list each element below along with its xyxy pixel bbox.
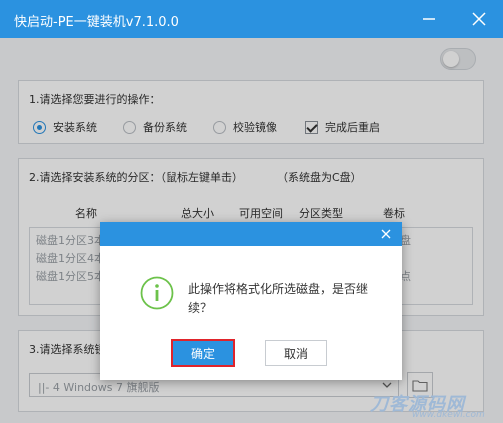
info-circle-icon [140,276,174,310]
app-title: 快启动-PE一键装机v7.1.0.0 [14,15,179,30]
watermark: 刀客源码网 www.dkewl.com [370,390,500,420]
close-icon [381,229,391,239]
title-bar: 快启动-PE一键装机v7.1.0.0 [0,0,503,38]
dialog-message: 此操作将格式化所选磁盘，是否继续？ [188,282,369,315]
dialog-header [100,222,402,246]
watermark-url: www.dkewl.com [412,410,485,420]
close-icon [472,12,486,26]
minimize-icon [423,18,435,20]
minimize-button[interactable] [416,6,442,32]
confirm-button[interactable]: 确定 [171,339,235,367]
cancel-button[interactable]: 取消 [265,340,327,366]
format-confirm-dialog: 此操作将格式化所选磁盘，是否继续？ 确定 取消 [100,222,402,380]
dialog-close-button[interactable] [378,226,394,242]
close-button[interactable] [466,6,492,32]
